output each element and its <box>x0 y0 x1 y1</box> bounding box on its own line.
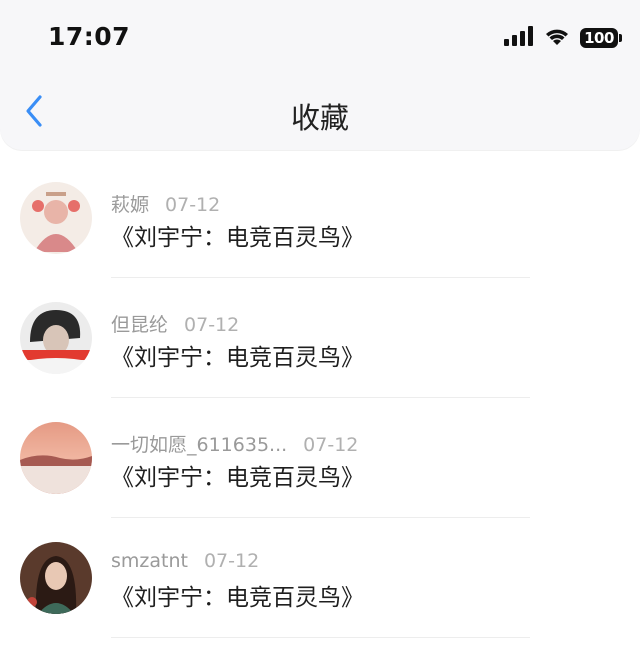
favorites-list: 萩嫄 07-12 《刘宇宁：电竞百灵鸟》 但昆纶 07-12 《刘宇宁：电竞百灵鸟》 <box>0 158 640 638</box>
author-name: 但昆纶 <box>111 314 169 336</box>
page-title: 收藏 <box>290 101 349 135</box>
item-meta: 但昆纶 07-12 <box>111 310 239 337</box>
cellular-signal-icon <box>504 26 534 50</box>
item-meta: 萩嫄 07-12 <box>111 190 220 217</box>
author-name: smzatnt <box>111 550 188 572</box>
item-meta: 一切如愿_611635... 07-12 <box>111 430 358 457</box>
item-title[interactable]: 《刘宇宁：电竞百灵鸟》 <box>111 338 364 372</box>
battery-indicator: 100 <box>580 28 622 48</box>
avatar[interactable] <box>20 302 92 374</box>
item-title[interactable]: 《刘宇宁：电竞百灵鸟》 <box>111 218 364 252</box>
list-item[interactable]: 萩嫄 07-12 《刘宇宁：电竞百灵鸟》 <box>0 158 640 278</box>
item-title[interactable]: 《刘宇宁：电竞百灵鸟》 <box>111 578 364 612</box>
item-meta: smzatnt 07-12 <box>111 550 259 572</box>
post-date: 07-12 <box>203 550 260 572</box>
post-date: 07-12 <box>303 434 359 456</box>
author-name: 萩嫄 <box>111 194 150 216</box>
post-date: 07-12 <box>165 194 221 216</box>
list-item[interactable]: smzatnt 07-12 《刘宇宁：电竞百灵鸟》 <box>0 518 640 638</box>
wifi-icon <box>544 26 570 50</box>
item-title[interactable]: 《刘宇宁：电竞百灵鸟》 <box>111 458 364 492</box>
avatar[interactable] <box>20 422 92 494</box>
list-item[interactable]: 但昆纶 07-12 《刘宇宁：电竞百灵鸟》 <box>0 278 640 398</box>
divider <box>111 637 530 638</box>
author-name: 一切如愿_611635... <box>111 434 288 456</box>
status-time: 17:07 <box>48 22 131 51</box>
list-item[interactable]: 一切如愿_611635... 07-12 《刘宇宁：电竞百灵鸟》 <box>0 398 640 518</box>
avatar[interactable] <box>20 182 92 254</box>
avatar[interactable] <box>20 542 92 614</box>
status-icons: 100 <box>504 24 622 52</box>
nav-bar: 收藏 <box>0 75 640 150</box>
status-bar: 17:07 100 <box>0 0 640 75</box>
post-date: 07-12 <box>184 314 240 336</box>
